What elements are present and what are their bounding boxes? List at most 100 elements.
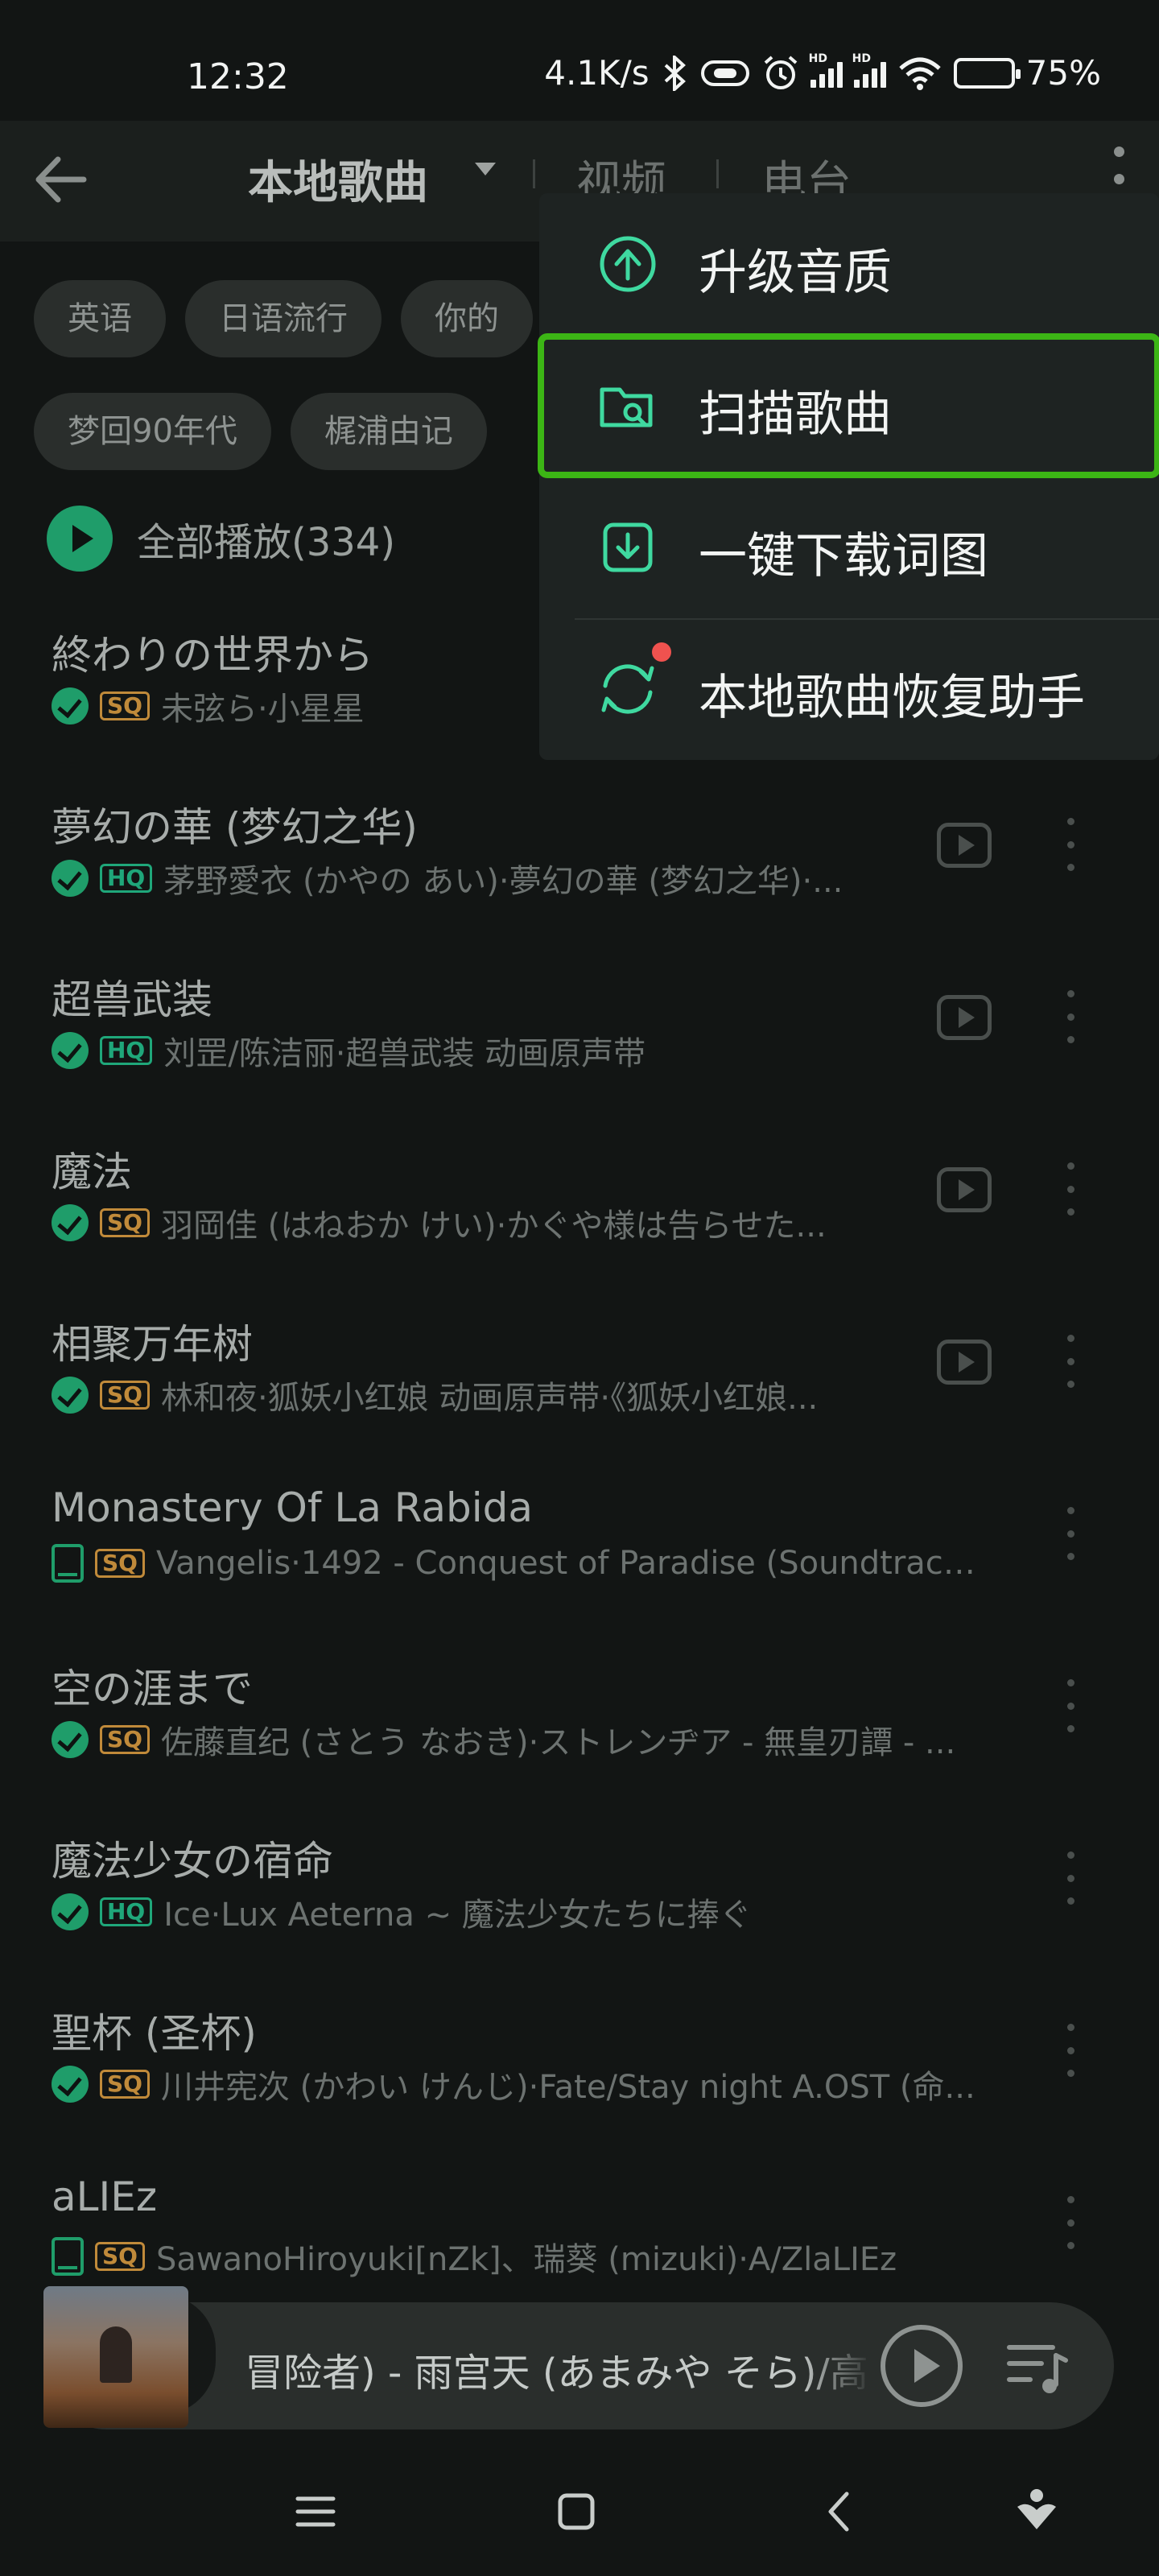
downloaded-check-icon [52, 1377, 89, 1414]
tag-chip[interactable]: 你的 [401, 280, 533, 357]
song-subtitle: Vangelis·1492 - Conquest of Paradise (So… [155, 1545, 993, 1582]
downloaded-check-icon [52, 860, 89, 897]
menu-icon[interactable] [283, 2479, 348, 2544]
wifi-icon [898, 57, 941, 90]
song-row[interactable]: Monastery Of La Rabida SQ Vangelis·1492 … [0, 1484, 1159, 1657]
song-row[interactable]: 夢幻の華 (梦幻之华) HQ 茅野愛衣 (かやの あい)·夢幻の華 (梦幻之华)… [0, 795, 1159, 968]
tag-chip[interactable]: 梶浦由记 [290, 393, 487, 470]
menu-item-upgrade-quality[interactable]: 升级音质 [539, 193, 1159, 335]
tab-divider [533, 159, 535, 188]
song-subtitle: 羽岡佳 (はねおか けい)·かぐや様は告らせた... [160, 1208, 827, 1245]
upgrade-icon [600, 236, 656, 292]
menu-item-label: 扫描歌曲 [699, 386, 892, 443]
song-more-icon[interactable] [1066, 1162, 1075, 1216]
downloaded-check-icon [52, 1204, 89, 1241]
signal-icon-sim1: HD [809, 52, 843, 88]
song-row[interactable]: 相聚万年树 SQ 林和夜·狐妖小红娘 动画原声带·《狐妖小红娘... [0, 1312, 1159, 1484]
clock: 12:32 [187, 56, 289, 97]
quality-badge: SQ [100, 1725, 150, 1754]
song-title: 相聚万年树 [52, 1321, 253, 1368]
song-row[interactable]: 魔法 SQ 羽岡佳 (はねおか けい)·かぐや様は告らせた... [0, 1140, 1159, 1312]
album-cover[interactable] [43, 2286, 188, 2428]
song-more-icon[interactable] [1066, 1335, 1075, 1388]
song-subtitle: 未弦ら·小星星 [160, 691, 365, 728]
tag-chip[interactable]: 日语流行 [185, 280, 382, 357]
sync-icon [601, 664, 654, 714]
system-nav-bar [0, 2447, 1159, 2576]
overflow-menu: 升级音质 扫描歌曲 一键下载词图 本地歌曲恢复助手 [538, 193, 1159, 760]
tab-local-songs[interactable]: 本地歌曲 [248, 147, 428, 212]
tag-row-2: 梦回90年代 梶浦由记 [34, 393, 487, 470]
dropdown-caret-icon[interactable] [475, 163, 496, 175]
song-title: 魔法 [52, 1149, 132, 1195]
song-more-icon[interactable] [1066, 1507, 1075, 1560]
status-icons: 4.1K/s HD HD 75% [544, 52, 1101, 93]
menu-item-label: 本地歌曲恢复助手 [699, 670, 1085, 726]
local-device-icon [52, 2237, 84, 2276]
song-more-icon[interactable] [1066, 1679, 1075, 1732]
home-icon[interactable] [544, 2479, 608, 2544]
quality-badge: SQ [100, 1208, 150, 1237]
signal-icon-sim2: HD [852, 52, 886, 88]
song-row[interactable]: 超兽武装 HQ 刘罡/陈洁丽·超兽武装 动画原声带 [0, 968, 1159, 1140]
menu-item-label: 一键下载词图 [699, 528, 988, 584]
quality-badge: HQ [100, 864, 153, 893]
back-arrow-icon[interactable] [29, 143, 101, 216]
song-subtitle: SawanoHiroyuki[nZk]、瑞葵 (mizuki)·A/ZlaLIE… [155, 2241, 897, 2278]
play-pause-button[interactable] [881, 2325, 963, 2407]
song-more-icon[interactable] [1066, 990, 1075, 1043]
menu-item-download-lyrics[interactable]: 一键下载词图 [539, 477, 1159, 618]
song-more-icon[interactable] [1066, 1852, 1075, 1905]
quality-badge: SQ [100, 691, 150, 720]
song-title: 空の涯まで [52, 1666, 253, 1712]
assistant-icon[interactable] [1004, 2479, 1069, 2544]
tag-row-1: 英语 日语流行 你的 [34, 280, 533, 357]
notification-dot [652, 642, 671, 662]
downloaded-check-icon [52, 687, 89, 724]
quality-badge: HQ [100, 1036, 153, 1065]
song-title: 魔法少女の宿命 [52, 1838, 333, 1885]
song-title: 終わりの世界から [52, 632, 373, 679]
song-row[interactable]: 空の涯まで SQ 佐藤直纪 (さとう なおき)·ストレンヂア - 無皇刃譚 - … [0, 1657, 1159, 1829]
song-row[interactable]: 魔法少女の宿命 HQ Ice·Lux Aeterna ~ 魔法少女たちに捧ぐ [0, 1829, 1159, 2001]
play-icon [47, 506, 113, 572]
tag-chip[interactable]: 梦回90年代 [34, 393, 271, 470]
downloaded-check-icon [52, 1721, 89, 1758]
song-more-icon[interactable] [1066, 818, 1075, 871]
network-speed: 4.1K/s [544, 53, 650, 93]
mv-play-icon[interactable] [937, 1340, 992, 1385]
quality-badge: SQ [100, 2070, 150, 2099]
local-device-icon [52, 1544, 84, 1583]
downloaded-check-icon [52, 1032, 89, 1069]
song-title: Monastery Of La Rabida [52, 1484, 534, 1531]
menu-item-restore-assistant[interactable]: 本地歌曲恢复助手 [539, 618, 1159, 760]
song-more-icon[interactable] [1066, 2196, 1075, 2249]
song-row[interactable]: 聖杯 (圣杯) SQ 川井宪次 (かわい けんじ)·Fate/Stay nigh… [0, 2001, 1159, 2174]
now-playing-title: 冒险者) - 雨宫天 (あまみや そら)/高 [245, 2351, 868, 2396]
song-title: aLIEz [52, 2174, 158, 2220]
mv-play-icon[interactable] [937, 823, 992, 868]
song-subtitle: 茅野愛衣 (かやの あい)·夢幻の華 (梦幻之华)·... [163, 863, 843, 900]
song-more-icon[interactable] [1066, 2024, 1075, 2077]
battery-icon [953, 57, 1021, 89]
playlist-icon[interactable] [1006, 2339, 1069, 2396]
song-subtitle: 川井宪次 (かわい けんじ)·Fate/Stay night A.OST (命.… [160, 2069, 975, 2106]
song-subtitle: Ice·Lux Aeterna ~ 魔法少女たちに捧ぐ [163, 1897, 752, 1934]
quality-badge: SQ [95, 1549, 145, 1578]
downloaded-check-icon [52, 2066, 89, 2103]
quality-badge: SQ [95, 2242, 145, 2271]
mv-play-icon[interactable] [937, 1167, 992, 1212]
tab-divider [716, 159, 719, 188]
song-title: 超兽武装 [52, 976, 212, 1023]
download-icon [603, 522, 653, 572]
mv-play-icon[interactable] [937, 995, 992, 1040]
quality-badge: HQ [100, 1897, 153, 1926]
quality-badge: SQ [100, 1381, 150, 1410]
battery-percent: 75% [1025, 53, 1101, 93]
back-icon[interactable] [808, 2479, 872, 2544]
tag-chip[interactable]: 英语 [34, 280, 166, 357]
play-all-button[interactable]: 全部播放(334) [47, 506, 395, 572]
downloaded-check-icon [52, 1893, 89, 1930]
scan-folder-icon [600, 387, 653, 427]
menu-item-scan-songs[interactable]: 扫描歌曲 [538, 333, 1159, 478]
